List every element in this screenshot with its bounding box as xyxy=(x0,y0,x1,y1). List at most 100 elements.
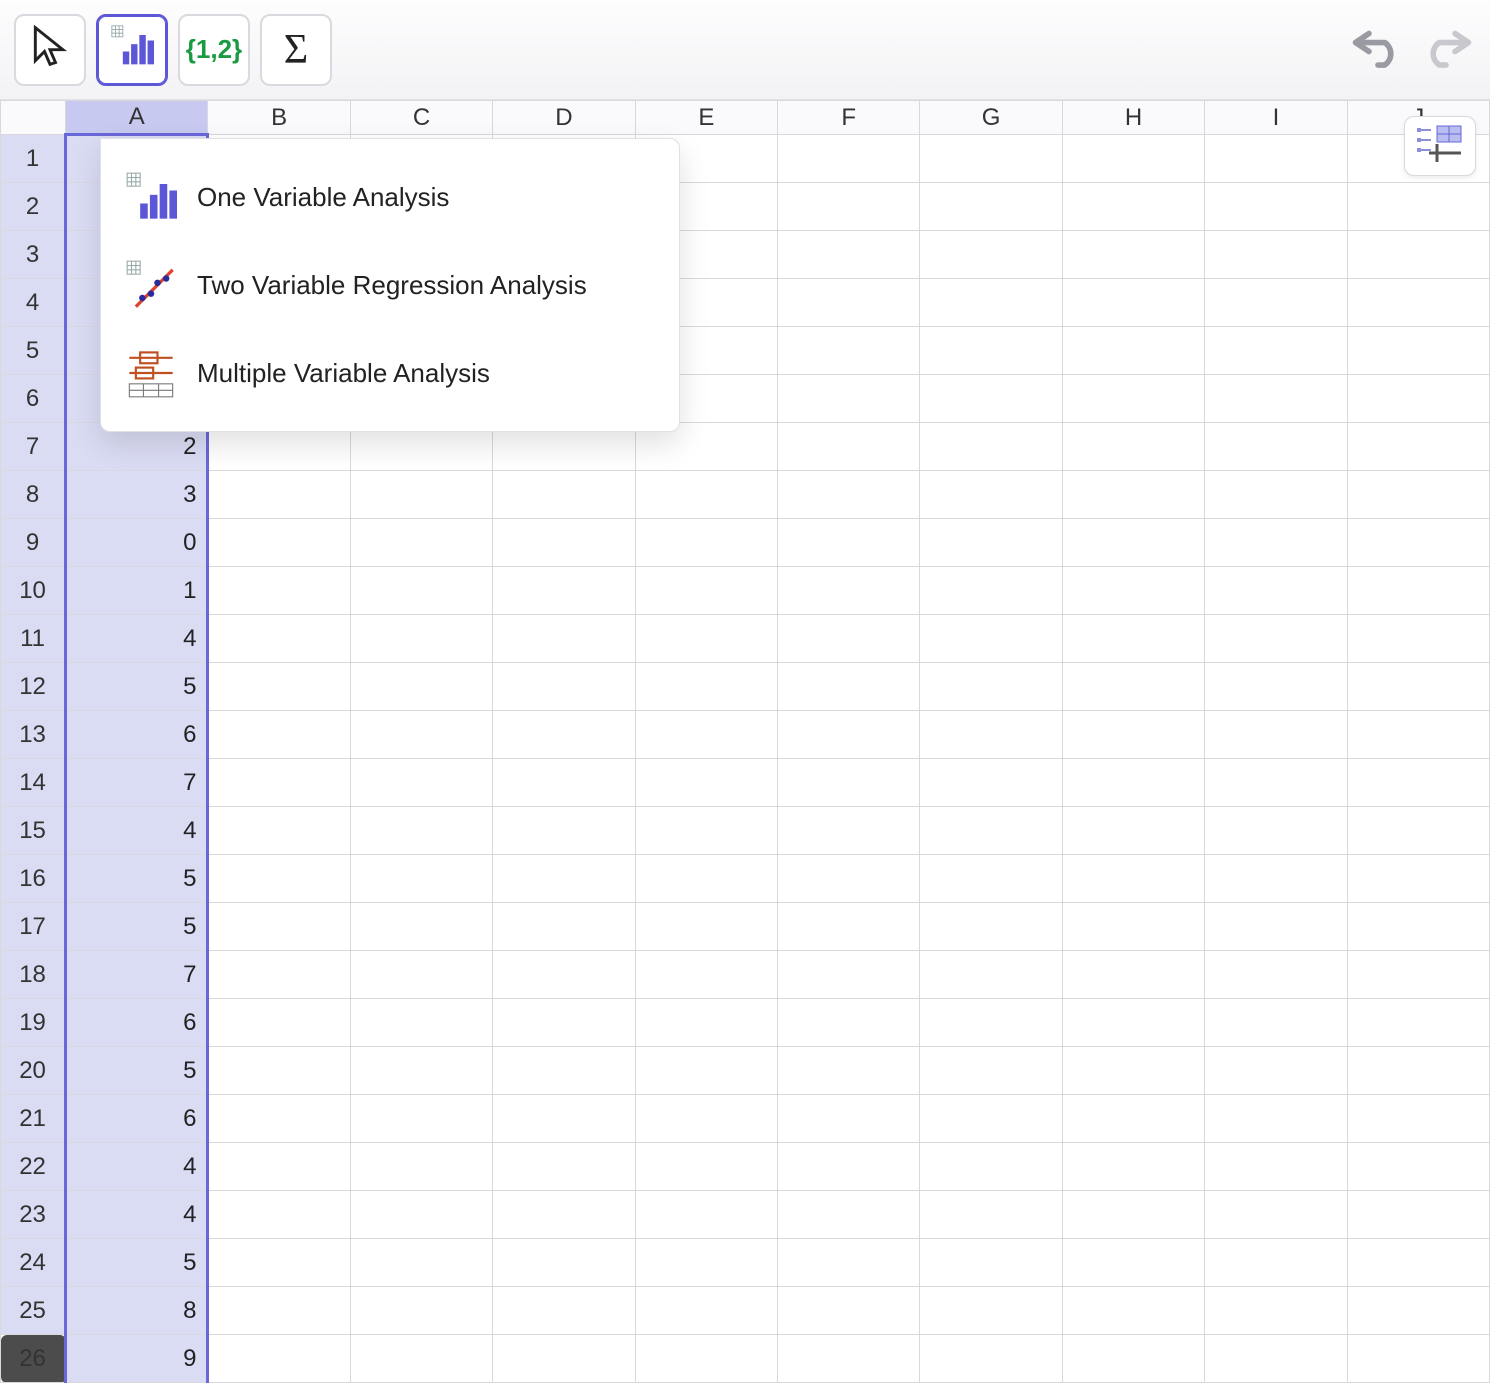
cell-J12[interactable] xyxy=(1347,663,1489,711)
cell-J17[interactable] xyxy=(1347,903,1489,951)
cell-C8[interactable] xyxy=(350,471,492,519)
undo-button[interactable] xyxy=(1348,22,1408,78)
cell-G10[interactable] xyxy=(920,567,1062,615)
cell-H8[interactable] xyxy=(1062,471,1204,519)
cell-B19[interactable] xyxy=(208,999,350,1047)
cell-D25[interactable] xyxy=(493,1287,635,1335)
cell-E10[interactable] xyxy=(635,567,777,615)
cell-D13[interactable] xyxy=(493,711,635,759)
cell-E18[interactable] xyxy=(635,951,777,999)
cell-F4[interactable] xyxy=(778,279,920,327)
cell-F1[interactable] xyxy=(778,135,920,183)
cell-A26[interactable]: 9 xyxy=(66,1335,208,1383)
cell-B11[interactable] xyxy=(208,615,350,663)
cell-I7[interactable] xyxy=(1205,423,1347,471)
cell-E16[interactable] xyxy=(635,855,777,903)
cell-H19[interactable] xyxy=(1062,999,1204,1047)
cell-B23[interactable] xyxy=(208,1191,350,1239)
cell-J25[interactable] xyxy=(1347,1287,1489,1335)
cell-J13[interactable] xyxy=(1347,711,1489,759)
cell-B20[interactable] xyxy=(208,1047,350,1095)
cell-J18[interactable] xyxy=(1347,951,1489,999)
cell-D23[interactable] xyxy=(493,1191,635,1239)
cell-G4[interactable] xyxy=(920,279,1062,327)
cell-G23[interactable] xyxy=(920,1191,1062,1239)
column-header-A[interactable]: A xyxy=(66,101,208,135)
cell-E11[interactable] xyxy=(635,615,777,663)
cell-J20[interactable] xyxy=(1347,1047,1489,1095)
cell-A19[interactable]: 6 xyxy=(66,999,208,1047)
cell-I21[interactable] xyxy=(1205,1095,1347,1143)
cell-G11[interactable] xyxy=(920,615,1062,663)
cell-F14[interactable] xyxy=(778,759,920,807)
cell-D8[interactable] xyxy=(493,471,635,519)
cell-G16[interactable] xyxy=(920,855,1062,903)
row-header[interactable]: 8 xyxy=(1,471,66,519)
cell-J8[interactable] xyxy=(1347,471,1489,519)
cell-C17[interactable] xyxy=(350,903,492,951)
cell-E24[interactable] xyxy=(635,1239,777,1287)
column-header-C[interactable]: C xyxy=(350,101,492,135)
cell-B9[interactable] xyxy=(208,519,350,567)
cell-B16[interactable] xyxy=(208,855,350,903)
cell-B10[interactable] xyxy=(208,567,350,615)
cell-J26[interactable] xyxy=(1347,1335,1489,1383)
cell-J14[interactable] xyxy=(1347,759,1489,807)
row-header[interactable]: 7 xyxy=(1,423,66,471)
cell-F20[interactable] xyxy=(778,1047,920,1095)
cell-A12[interactable]: 5 xyxy=(66,663,208,711)
cell-E8[interactable] xyxy=(635,471,777,519)
cell-D24[interactable] xyxy=(493,1239,635,1287)
row-header[interactable]: 24 xyxy=(1,1239,66,1287)
cell-H4[interactable] xyxy=(1062,279,1204,327)
cell-A22[interactable]: 4 xyxy=(66,1143,208,1191)
cell-G13[interactable] xyxy=(920,711,1062,759)
cell-E12[interactable] xyxy=(635,663,777,711)
cell-A16[interactable]: 5 xyxy=(66,855,208,903)
cell-H26[interactable] xyxy=(1062,1335,1204,1383)
cell-F18[interactable] xyxy=(778,951,920,999)
cell-I9[interactable] xyxy=(1205,519,1347,567)
cell-I15[interactable] xyxy=(1205,807,1347,855)
cell-D15[interactable] xyxy=(493,807,635,855)
cell-F10[interactable] xyxy=(778,567,920,615)
cell-C26[interactable] xyxy=(350,1335,492,1383)
cell-J10[interactable] xyxy=(1347,567,1489,615)
cell-J3[interactable] xyxy=(1347,231,1489,279)
cell-E17[interactable] xyxy=(635,903,777,951)
column-header-H[interactable]: H xyxy=(1062,101,1204,135)
cell-F12[interactable] xyxy=(778,663,920,711)
cell-G3[interactable] xyxy=(920,231,1062,279)
cell-C22[interactable] xyxy=(350,1143,492,1191)
corner-cell[interactable] xyxy=(1,101,66,135)
cell-A9[interactable]: 0 xyxy=(66,519,208,567)
cell-H13[interactable] xyxy=(1062,711,1204,759)
cell-D26[interactable] xyxy=(493,1335,635,1383)
cell-G2[interactable] xyxy=(920,183,1062,231)
list-tool-button[interactable]: {1,2} xyxy=(178,14,250,86)
cell-D12[interactable] xyxy=(493,663,635,711)
cell-D11[interactable] xyxy=(493,615,635,663)
cell-I26[interactable] xyxy=(1205,1335,1347,1383)
cell-C13[interactable] xyxy=(350,711,492,759)
cell-H3[interactable] xyxy=(1062,231,1204,279)
cell-F19[interactable] xyxy=(778,999,920,1047)
cell-G25[interactable] xyxy=(920,1287,1062,1335)
cell-E26[interactable] xyxy=(635,1335,777,1383)
cell-I20[interactable] xyxy=(1205,1047,1347,1095)
cell-J11[interactable] xyxy=(1347,615,1489,663)
cell-H11[interactable] xyxy=(1062,615,1204,663)
cell-B8[interactable] xyxy=(208,471,350,519)
cell-E25[interactable] xyxy=(635,1287,777,1335)
cell-H23[interactable] xyxy=(1062,1191,1204,1239)
row-header[interactable]: 20 xyxy=(1,1047,66,1095)
row-header[interactable]: 2 xyxy=(1,183,66,231)
cell-J22[interactable] xyxy=(1347,1143,1489,1191)
row-header[interactable]: 18 xyxy=(1,951,66,999)
cell-I1[interactable] xyxy=(1205,135,1347,183)
cell-H12[interactable] xyxy=(1062,663,1204,711)
cell-I14[interactable] xyxy=(1205,759,1347,807)
cell-F7[interactable] xyxy=(778,423,920,471)
cell-D9[interactable] xyxy=(493,519,635,567)
cell-G21[interactable] xyxy=(920,1095,1062,1143)
